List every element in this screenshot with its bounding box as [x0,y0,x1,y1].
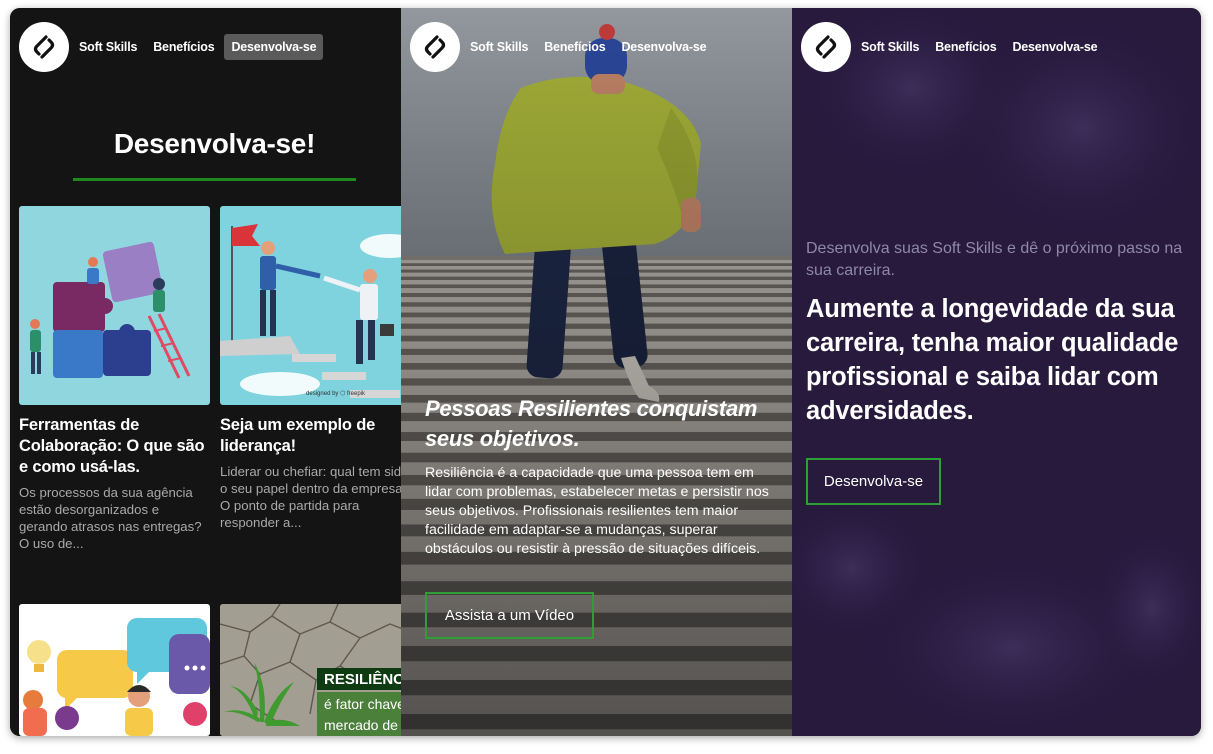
card-title[interactable]: Ferramentas de Colaboração: O que são e … [19,415,210,478]
hero-headline-text: Aumente a longevidade da sua carreira, t… [806,295,1179,425]
navbar: Soft Skills Benefícios Desenvolva-se [410,22,722,72]
leadership-illustration: designed by ⬡ freepik [220,206,401,405]
navbar: Soft Skills Benefícios Desenvolva-se [801,22,1113,72]
hero-headline: Aumente a longevidade da sua carreira, t… [806,292,1196,428]
nav-soft-skills[interactable]: Soft Skills [861,34,919,60]
card-excerpt: Os processos da sua agência estão desorg… [19,485,202,551]
nav-soft-skills[interactable]: Soft Skills [79,34,137,60]
article-card-collaboration[interactable]: Ferramentas de Colaboração: O que são e … [19,206,210,552]
logo-icon[interactable] [410,22,460,72]
hero-subtitle: Desenvolva suas Soft Skills e dê o próxi… [806,240,1183,279]
develop-button[interactable]: Desenvolva-se [806,458,941,505]
logo-icon[interactable] [19,22,69,72]
hero-body: Resiliência é a capacidade que uma pesso… [425,465,769,557]
nav-beneficios[interactable]: Benefícios [935,34,996,60]
nav-beneficios[interactable]: Benefícios [544,34,605,60]
logo-icon[interactable] [801,22,851,72]
puzzle-illustration [19,206,210,405]
panel-career-hero: Soft Skills Benefícios Desenvolva-se Des… [792,8,1201,736]
communication-illustration [19,604,210,736]
page-title: Desenvolva-se! [113,128,316,159]
article-card-communication[interactable] [19,604,210,736]
panel-resilience-hero: Soft Skills Benefícios Desenvolva-se Pes… [401,8,792,736]
hero-title: Pessoas Resilientes conquistam seus obje… [425,396,758,451]
article-card-leadership[interactable]: designed by ⬡ freepik Seja um exemplo de… [220,206,401,531]
image-caption-title: RESILIÊNCI [324,671,401,688]
article-card-resilience[interactable]: RESILIÊNCI é fator chave mercado de [220,604,401,736]
navbar: Soft Skills Benefícios Desenvolva-se [19,22,339,72]
image-caption-line: é fator chave [324,696,401,712]
nav-beneficios[interactable]: Benefícios [153,34,214,60]
title-underline [73,178,356,181]
image-credit: designed by ⬡ freepik [306,391,365,397]
nav-desenvolva-se[interactable]: Desenvolva-se [1012,34,1097,60]
card-title[interactable]: Seja um exemplo de liderança! [220,415,401,457]
hero-headline-period: . [966,397,974,425]
nav-desenvolva-se[interactable]: Desenvolva-se [621,34,706,60]
screenshot-frame: Soft Skills Benefícios Desenvolva-se Des… [10,8,1201,736]
card-excerpt: Liderar ou chefiar: qual tem sido o seu … [220,464,401,530]
nav-desenvolva-se[interactable]: Desenvolva-se [224,34,324,60]
cracked-earth-image: RESILIÊNCI é fator chave mercado de [220,604,401,736]
image-caption-line: mercado de [324,717,398,733]
watch-video-button[interactable]: Assista a um Vídeo [425,592,594,639]
nav-soft-skills[interactable]: Soft Skills [470,34,528,60]
panel-develop: Soft Skills Benefícios Desenvolva-se Des… [10,8,401,736]
